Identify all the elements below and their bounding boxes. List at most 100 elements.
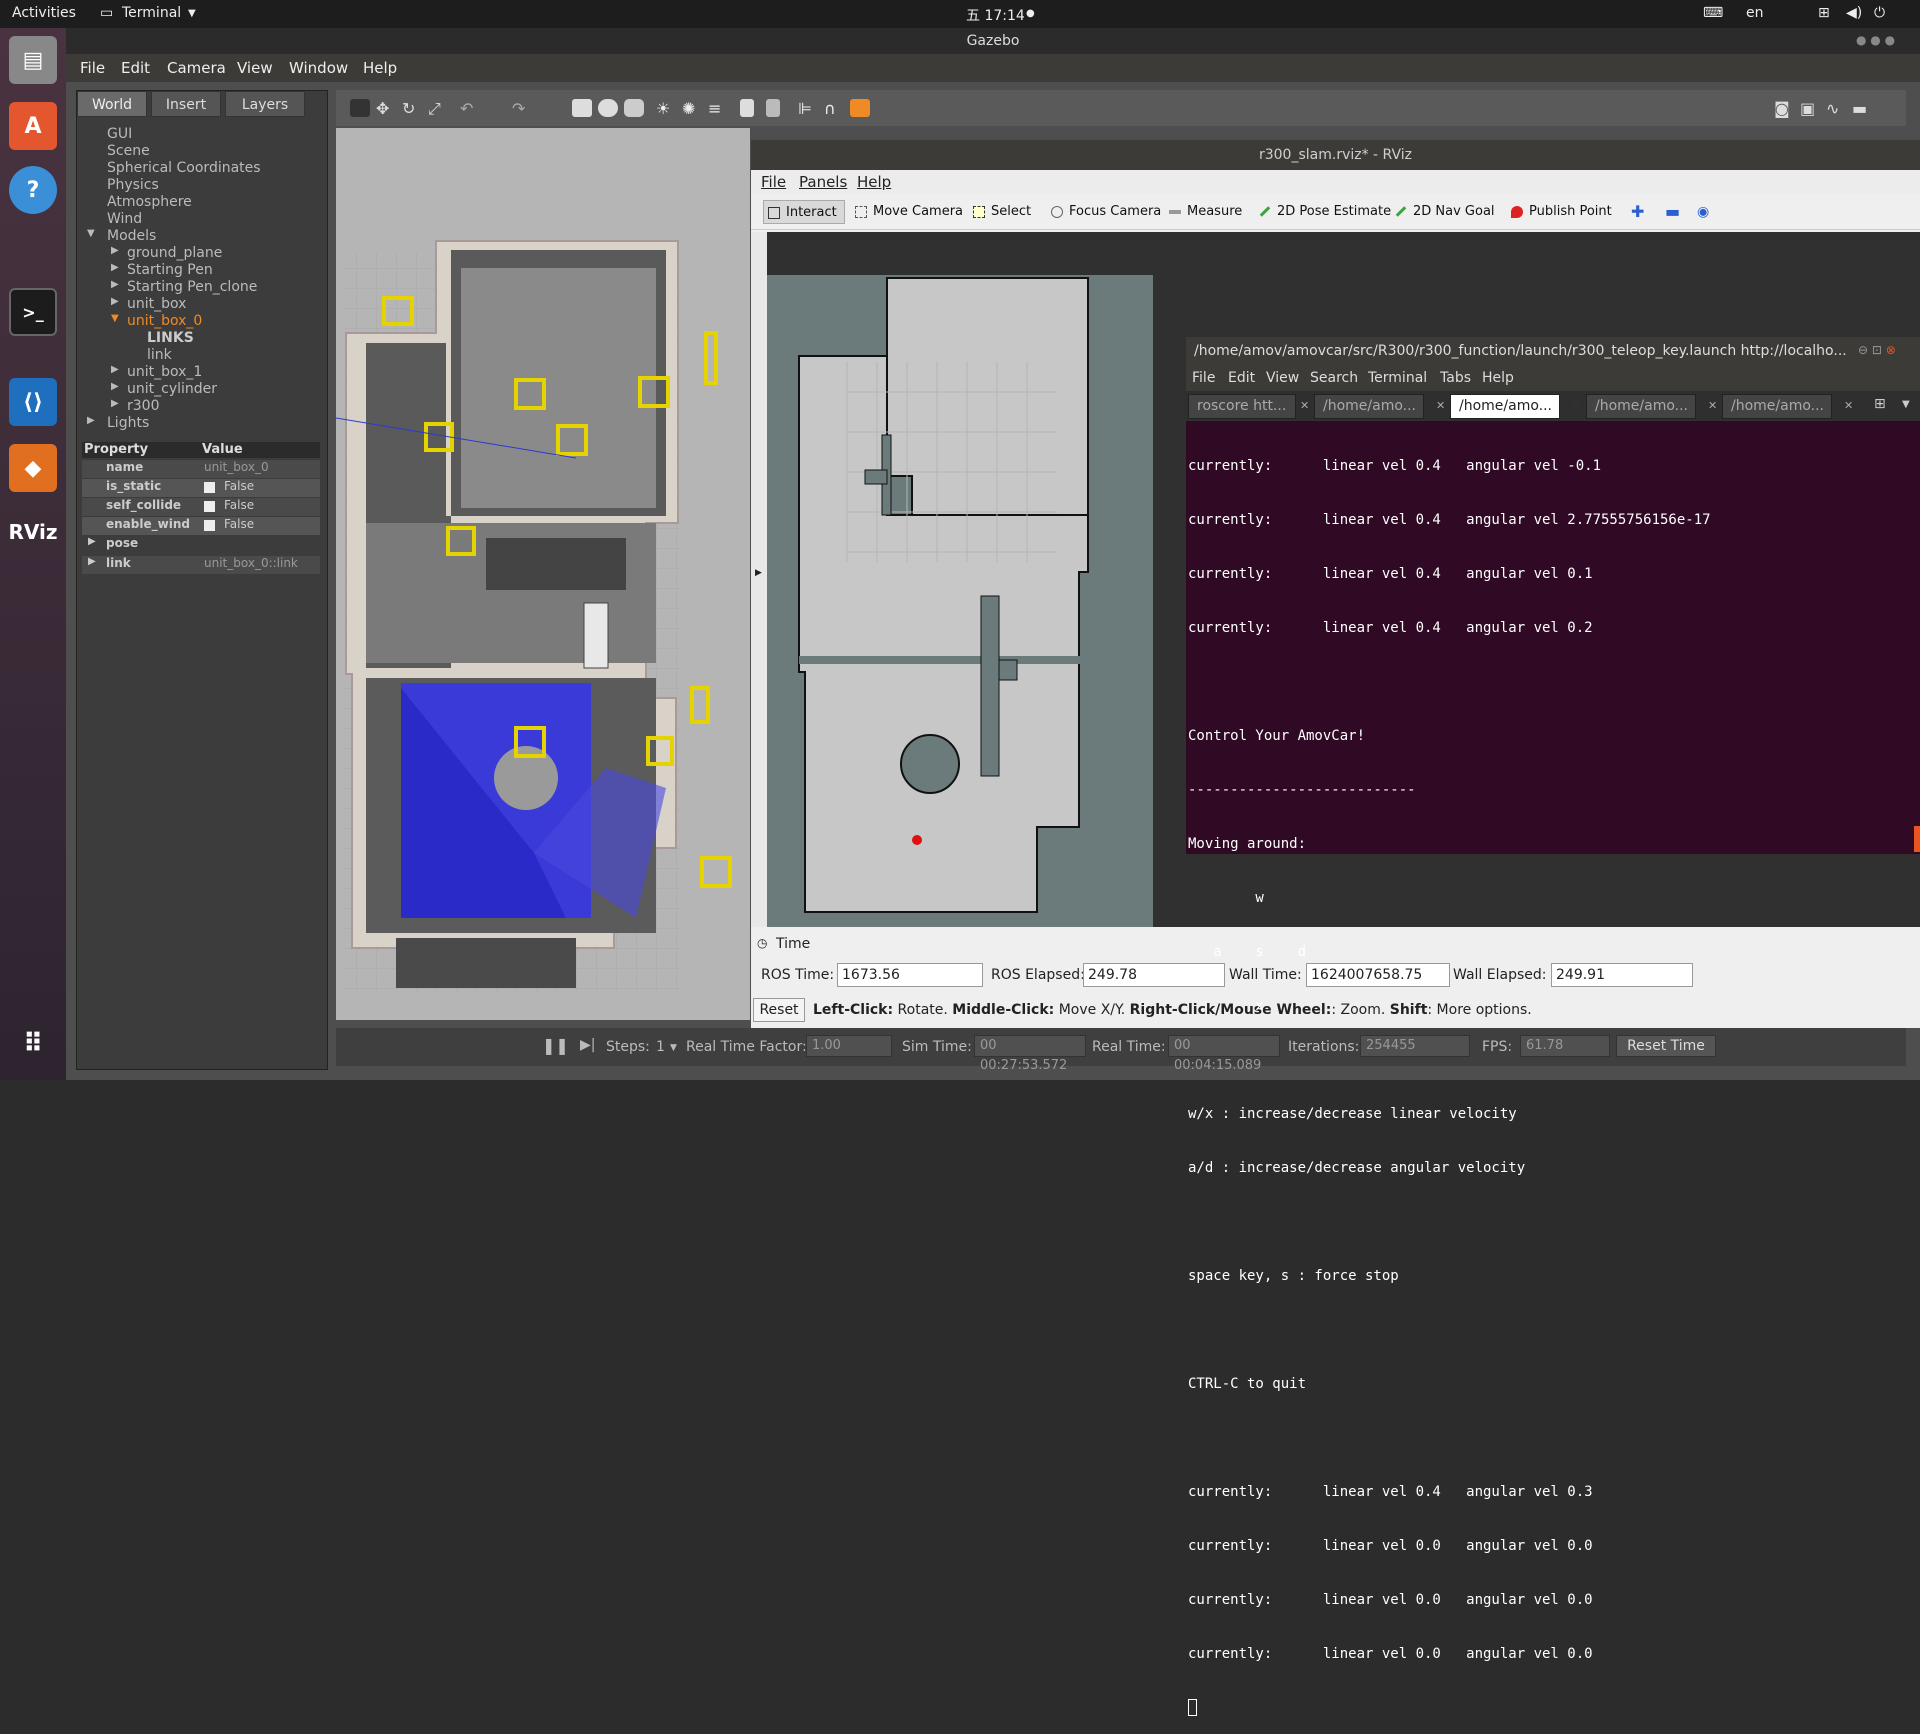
expand-arrow-icon[interactable]: ▼ xyxy=(87,228,95,239)
collapse-arrow-icon[interactable]: ▶ xyxy=(111,262,119,273)
term-menu-tabs[interactable]: Tabs xyxy=(1440,370,1471,386)
term-tab-1[interactable]: roscore htt... xyxy=(1188,394,1296,419)
tree-gui[interactable]: GUI xyxy=(107,126,132,142)
software-center-icon[interactable]: A xyxy=(9,102,57,150)
add-tool-icon[interactable]: ✚ xyxy=(1631,200,1644,224)
scale-icon[interactable]: ⤢ xyxy=(428,99,448,118)
pause-icon[interactable]: ❚❚ xyxy=(542,1036,569,1055)
tool-properties-icon[interactable]: ◉ xyxy=(1697,200,1709,224)
minimize-icon[interactable]: ⊖ xyxy=(1858,343,1868,357)
term-tab-5[interactable]: /home/amo... xyxy=(1722,394,1832,419)
tree-spherical[interactable]: Spherical Coordinates xyxy=(107,160,261,176)
term-tab-4[interactable]: /home/amo... xyxy=(1586,394,1696,419)
paste-icon[interactable] xyxy=(766,99,780,117)
checkbox[interactable] xyxy=(204,482,215,493)
tool-focus-camera[interactable]: Focus Camera xyxy=(1047,200,1161,224)
maximize-icon[interactable]: ⊡ xyxy=(1872,343,1882,357)
collapse-arrow-icon[interactable]: ▶ xyxy=(111,296,119,307)
tool-select[interactable]: Select xyxy=(969,200,1031,224)
tree-models[interactable]: Models xyxy=(107,228,156,244)
collapse-arrow-icon[interactable]: ▶ xyxy=(111,364,119,375)
menu-camera[interactable]: Camera xyxy=(167,59,226,77)
box-icon[interactable] xyxy=(572,99,592,117)
collapse-arrow-icon[interactable]: ▶ xyxy=(111,245,119,256)
tab-layers[interactable]: Layers xyxy=(225,91,305,117)
ros-app-icon[interactable]: ◆ xyxy=(9,444,57,492)
gazebo-3d-view[interactable] xyxy=(335,128,750,1020)
term-menu-file[interactable]: File xyxy=(1192,370,1215,386)
rviz-menu-file[interactable]: File xyxy=(761,173,786,191)
tool-2d-nav-goal[interactable]: 2D Nav Goal xyxy=(1391,200,1495,224)
term-menu-help[interactable]: Help xyxy=(1482,370,1514,386)
tree-wind[interactable]: Wind xyxy=(107,211,142,227)
expand-arrow-icon[interactable]: ▼ xyxy=(111,313,119,324)
close-tab-icon[interactable]: ✕ xyxy=(1572,399,1581,412)
tree-starting-pen-clone[interactable]: Starting Pen_clone xyxy=(127,279,257,295)
network-icon[interactable]: ⊞ xyxy=(1818,5,1830,21)
tool-measure[interactable]: Measure xyxy=(1165,200,1242,224)
reset-button[interactable]: Reset xyxy=(753,998,805,1022)
tool-interact[interactable]: Interact xyxy=(763,200,845,224)
tree-unit-box[interactable]: unit_box xyxy=(127,296,186,312)
tool-move-camera[interactable]: Move Camera xyxy=(851,200,963,224)
snap-icon[interactable]: ∩ xyxy=(824,99,844,118)
tree-starting-pen[interactable]: Starting Pen xyxy=(127,262,213,278)
term-menu-edit[interactable]: Edit xyxy=(1228,370,1255,386)
terminal-output[interactable]: currently: linear vel 0.4 angular vel -0… xyxy=(1188,421,1918,1716)
close-tab-icon[interactable]: ✕ xyxy=(1436,399,1445,412)
help-icon[interactable]: ? xyxy=(9,166,57,214)
tree-link[interactable]: link xyxy=(147,347,172,363)
collapse-arrow-icon[interactable]: ▶ xyxy=(111,381,119,392)
term-menu-view[interactable]: View xyxy=(1266,370,1299,386)
show-apps-icon[interactable]: ⠿ xyxy=(9,1020,57,1068)
remove-tool-icon[interactable]: ▬ xyxy=(1665,200,1680,224)
term-tab-3-active[interactable]: /home/amo... xyxy=(1450,394,1560,419)
new-tab-icon[interactable]: ⊞ xyxy=(1874,396,1886,412)
tree-atmosphere[interactable]: Atmosphere xyxy=(107,194,192,210)
rviz-menu-help[interactable]: Help xyxy=(857,173,891,191)
tree-physics[interactable]: Physics xyxy=(107,177,159,193)
select-mode-icon[interactable] xyxy=(350,99,370,117)
tree-unit-cylinder[interactable]: unit_cylinder xyxy=(127,381,217,397)
language-selector[interactable]: en xyxy=(1746,5,1764,21)
terminal-window-controls[interactable]: ⊖ ⊡ ⊗ xyxy=(1858,343,1916,359)
view-angle-icon[interactable] xyxy=(850,99,870,117)
close-tab-icon[interactable]: ✕ xyxy=(1300,399,1309,412)
plot-icon[interactable]: ∿ xyxy=(1826,99,1846,118)
log-icon[interactable]: ▣ xyxy=(1800,99,1820,118)
rviz-menu-panels[interactable]: Panels xyxy=(799,173,847,191)
keyboard-icon[interactable]: ⌨ xyxy=(1703,5,1723,21)
tree-unit-box-0[interactable]: unit_box_0 xyxy=(127,313,202,329)
spot-light-icon[interactable]: ✺ xyxy=(682,99,702,118)
copy-icon[interactable] xyxy=(740,99,754,117)
screenshot-icon[interactable]: ◙ xyxy=(1774,99,1794,118)
power-icon[interactable]: ⏻ xyxy=(1874,5,1885,21)
close-tab-icon[interactable]: ✕ xyxy=(1708,399,1717,412)
checkbox[interactable] xyxy=(204,520,215,531)
close-icon[interactable]: ⊗ xyxy=(1886,343,1896,357)
vscode-icon[interactable]: ⟨⟩ xyxy=(9,378,57,426)
prop-row-name[interactable]: name unit_box_0 xyxy=(82,460,320,478)
prop-row-enable-wind[interactable]: enable_wind False xyxy=(82,517,320,535)
undo-icon[interactable]: ↶ xyxy=(460,99,480,118)
side-panel-handle[interactable]: ▶ xyxy=(751,232,767,927)
app-menu-button[interactable]: Terminal xyxy=(122,5,181,21)
volume-icon[interactable]: ◀) xyxy=(1846,5,1862,21)
tree-ground-plane[interactable]: ground_plane xyxy=(127,245,222,261)
term-tab-2[interactable]: /home/amo... xyxy=(1314,394,1424,419)
steps-spinner[interactable]: 1 xyxy=(656,1039,665,1055)
prop-row-is-static[interactable]: is_static False xyxy=(82,479,320,497)
term-menu-search[interactable]: Search xyxy=(1310,370,1358,386)
ros-time-field[interactable]: 1673.56 xyxy=(837,963,983,987)
chevron-down-icon[interactable]: ▼ xyxy=(1902,399,1910,410)
collapse-arrow-icon[interactable]: ▶ xyxy=(88,536,96,547)
step-icon[interactable]: ▶| xyxy=(580,1037,595,1053)
cylinder-icon[interactable] xyxy=(624,99,644,117)
video-icon[interactable]: ▬ xyxy=(1852,99,1872,118)
menu-window[interactable]: Window xyxy=(289,59,348,77)
prop-row-self-collide[interactable]: self_collide False xyxy=(82,498,320,516)
menu-edit[interactable]: Edit xyxy=(121,59,150,77)
activities-button[interactable]: Activities xyxy=(12,5,76,21)
directional-light-icon[interactable]: ≡ xyxy=(708,99,728,118)
collapse-arrow-icon[interactable]: ▶ xyxy=(111,398,119,409)
